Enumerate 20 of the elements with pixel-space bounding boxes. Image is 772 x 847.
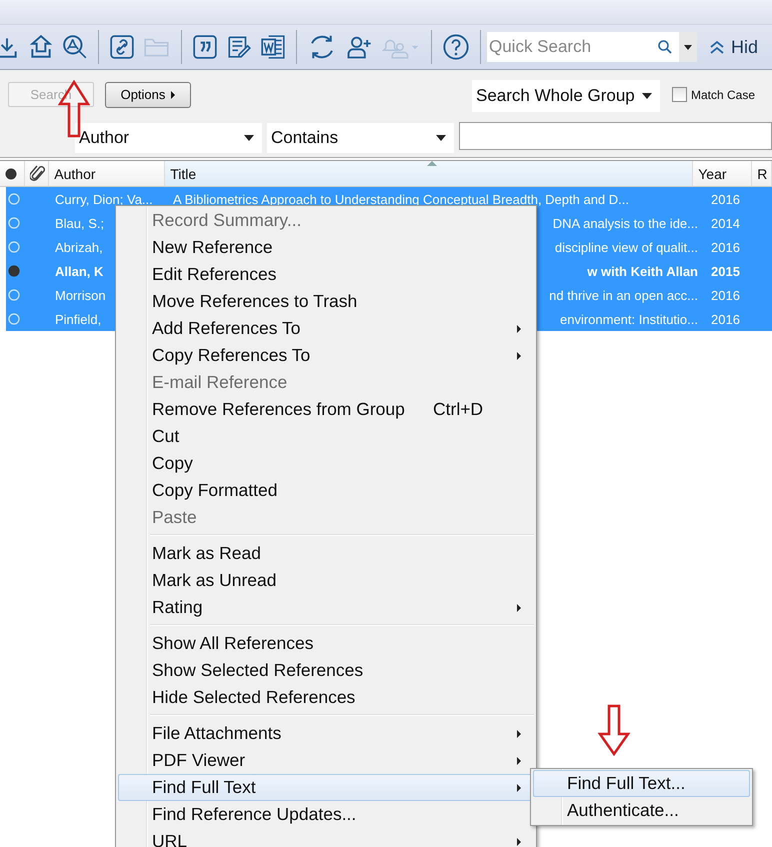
- author-text: Morrison: [55, 288, 106, 302]
- match-case-label: Match Case: [691, 88, 756, 102]
- year-text: 2016: [711, 192, 740, 206]
- year-text: 2016: [711, 312, 740, 326]
- author-text: Pinfield,: [55, 312, 102, 326]
- title-text: A Bibliometrics Approach to Understanding Conceptual Breadth, Depth and D...: [173, 192, 629, 206]
- author-text: Allan, K: [55, 264, 104, 278]
- year-text: 2015: [711, 264, 740, 278]
- title-text: discipline view of qualit...: [554, 240, 698, 254]
- hide-label: Hid: [731, 36, 758, 58]
- title-text: DNA analysis to the ide...: [552, 216, 698, 230]
- title-text: w with Keith Allan: [587, 264, 698, 278]
- title-text: nd thrive in an open acc...: [549, 288, 698, 302]
- year-text: 2016: [711, 240, 740, 254]
- title-text: environment: Institutio...: [560, 312, 698, 326]
- year-text: 2014: [711, 216, 740, 230]
- author-text: Blau, S.;: [55, 216, 104, 230]
- author-text: Curry, Dion; Va...: [55, 192, 153, 206]
- year-text: 2016: [711, 288, 740, 302]
- author-text: Abrizah,: [55, 240, 103, 254]
